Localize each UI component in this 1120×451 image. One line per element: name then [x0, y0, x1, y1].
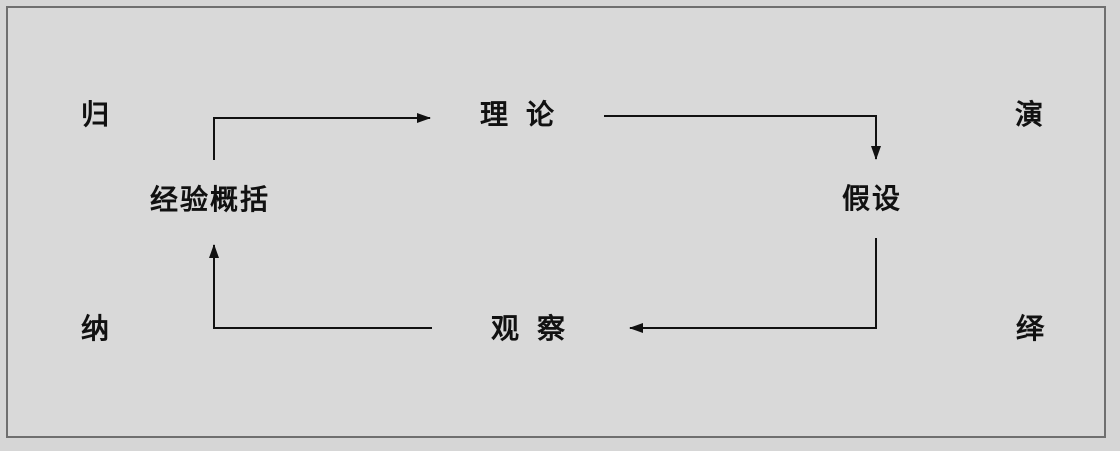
node-generalization: 经验概括: [150, 183, 271, 216]
edge-theory-to-hypothesis: [604, 115, 881, 160]
cycle-arrows: [209, 113, 881, 333]
edge-hypothesis-to-observation: [629, 238, 877, 333]
label-induction-bottom: 纳: [81, 312, 110, 345]
label-deduction-bottom: 绎: [1016, 312, 1045, 345]
node-hypothesis: 假设: [842, 182, 903, 215]
node-theory: 理论: [480, 98, 573, 131]
node-observation: 观察: [491, 312, 584, 345]
label-induction-top: 归: [81, 98, 110, 131]
label-deduction-top: 演: [1015, 98, 1044, 131]
edge-observation-to-generalization: [209, 244, 432, 329]
edge-generalization-to-theory: [213, 113, 431, 160]
diagram-page: 理论 假设 观察 经验概括 归 纳 演 绎: [0, 0, 1120, 451]
